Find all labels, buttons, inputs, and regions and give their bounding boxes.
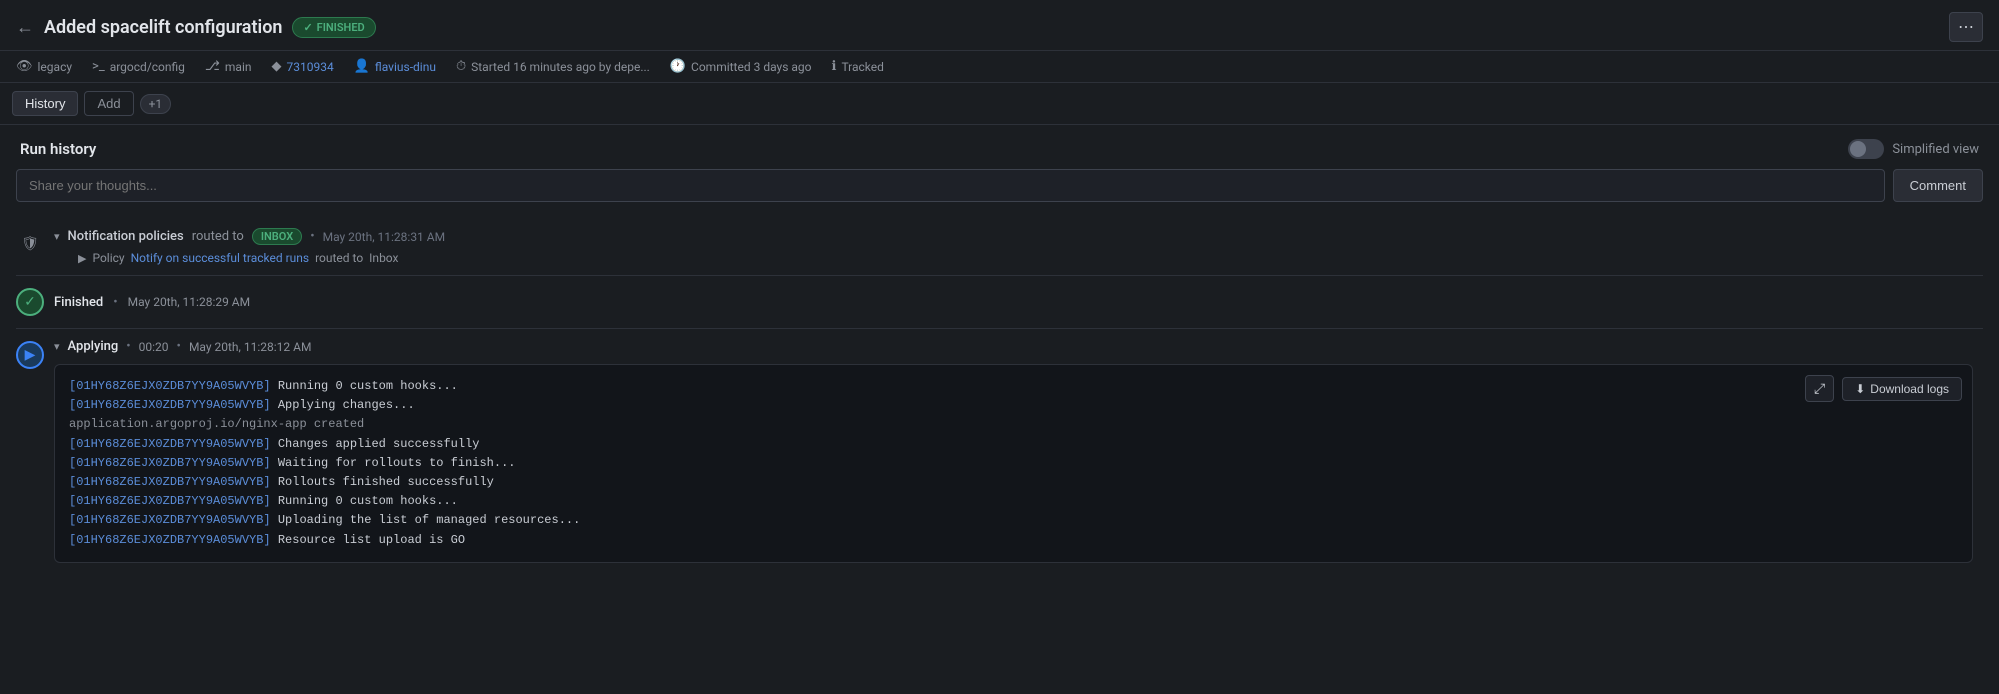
log-line: [01HY68Z6EJX0ZDB7YY9A05WVYB] Running 0 c… — [69, 377, 1958, 396]
tab-count-badge[interactable]: +1 — [140, 94, 172, 114]
timeline: 🛡 ▾ Notification policies routed to INBO… — [16, 218, 1983, 573]
applying-bullet-1: • — [126, 339, 130, 354]
finished-icon: ✓ — [16, 288, 44, 316]
meta-legacy: 👁 legacy — [16, 59, 72, 74]
applying-duration: 00:20 — [139, 340, 169, 354]
eye-icon: 👁 — [16, 59, 33, 74]
finished-bullet: • — [113, 295, 117, 310]
simplified-view-toggle[interactable]: Simplified view — [1848, 139, 1979, 159]
branch-icon: ⎇ — [205, 59, 220, 74]
notification-header: ▾ Notification policies routed to INBOX … — [54, 228, 1983, 245]
notif-bullet: • — [310, 229, 314, 244]
comment-row: Comment — [16, 169, 1983, 202]
policy-routed-text: routed to — [315, 251, 363, 265]
applying-chevron-icon[interactable]: ▾ — [54, 340, 60, 353]
log-lines: [01HY68Z6EJX0ZDB7YY9A05WVYB] Running 0 c… — [69, 377, 1958, 550]
policy-dest: Inbox — [369, 251, 398, 265]
main-content: Run history Simplified view Comment 🛡 ▾ … — [0, 125, 1999, 573]
applying-bullet-2: • — [177, 339, 181, 354]
meta-tracked-text: Tracked — [841, 60, 883, 74]
meta-started-text: Started 16 minutes ago by depe... — [471, 60, 650, 74]
policy-row: ▶ Policy Notify on successful tracked ru… — [54, 251, 1983, 265]
applying-content: ▾ Applying • 00:20 • May 20th, 11:28:12 … — [54, 339, 1983, 563]
meta-row: 👁 legacy >_ argocd/config ⎇ main ◆ 73109… — [0, 51, 1999, 83]
policy-expand-icon[interactable]: ▶ — [78, 252, 86, 265]
notification-title: Notification policies — [68, 229, 184, 244]
log-line: application.argoproj.io/nginx-app create… — [69, 415, 1958, 434]
applying-label: Applying — [68, 339, 119, 354]
meta-commit[interactable]: ◆ 7310934 — [272, 59, 334, 74]
log-line: [01HY68Z6EJX0ZDB7YY9A05WVYB] Waiting for… — [69, 454, 1958, 473]
download-logs-button[interactable]: ⬇ Download logs — [1842, 377, 1962, 401]
applying-time: May 20th, 11:28:12 AM — [189, 340, 312, 354]
download-label: Download logs — [1870, 382, 1949, 396]
status-check-icon: ✓ — [303, 21, 312, 34]
terminal-icon: >_ — [92, 59, 105, 74]
meta-started: ⏱ Started 16 minutes ago by depe... — [456, 59, 650, 74]
simplified-view-toggle-switch[interactable] — [1848, 139, 1884, 159]
notification-section: 🛡 ▾ Notification policies routed to INBO… — [16, 218, 1983, 276]
top-bar-left: ← Added spacelift configuration ✓ FINISH… — [16, 17, 376, 38]
top-bar: ← Added spacelift configuration ✓ FINISH… — [0, 0, 1999, 51]
comment-button[interactable]: Comment — [1893, 169, 1983, 202]
applying-icon: ▶ — [16, 341, 44, 369]
notification-routed-text: routed to — [192, 229, 244, 244]
run-history-title: Run history — [20, 140, 96, 158]
tab-bar: History Add +1 — [0, 83, 1999, 125]
policy-label: Policy — [92, 251, 124, 265]
meta-committed-text: Committed 3 days ago — [691, 60, 811, 74]
finished-section: ✓ Finished • May 20th, 11:28:29 AM — [16, 276, 1983, 329]
download-icon: ⬇ — [1855, 382, 1865, 396]
play-icon: ▶ — [25, 347, 36, 363]
user-icon: 👤 — [354, 59, 370, 74]
log-line: [01HY68Z6EJX0ZDB7YY9A05WVYB] Resource li… — [69, 531, 1958, 550]
expand-log-button[interactable]: ⤢ — [1805, 375, 1834, 402]
tab-add[interactable]: Add — [84, 91, 133, 116]
log-box: ⤢ ⬇ Download logs [01HY68Z6EJX0ZDB7YY9A0… — [54, 364, 1973, 563]
meta-branch: ⎇ main — [205, 59, 252, 74]
tracked-icon: ℹ — [831, 59, 836, 74]
tab-history[interactable]: History — [12, 91, 78, 116]
more-options-button[interactable]: ⋯ — [1949, 12, 1983, 42]
applying-header: ▾ Applying • 00:20 • May 20th, 11:28:12 … — [54, 339, 1983, 354]
commit-icon: ◆ — [272, 59, 282, 74]
back-icon[interactable]: ← — [16, 17, 34, 38]
meta-argocd: >_ argocd/config — [92, 59, 185, 74]
inbox-badge: INBOX — [252, 228, 302, 245]
history-icon: 🕐 — [670, 59, 686, 74]
finished-check-icon: ✓ — [24, 294, 36, 310]
log-line: [01HY68Z6EJX0ZDB7YY9A05WVYB] Uploading t… — [69, 511, 1958, 530]
meta-legacy-label: legacy — [38, 60, 73, 74]
notification-time: May 20th, 11:28:31 AM — [323, 230, 446, 244]
log-line: [01HY68Z6EJX0ZDB7YY9A05WVYB] Changes app… — [69, 435, 1958, 454]
meta-argocd-label: argocd/config — [110, 60, 185, 74]
meta-branch-label: main — [225, 60, 252, 74]
meta-username[interactable]: flavius-dinu — [375, 60, 436, 74]
notif-chevron-icon[interactable]: ▾ — [54, 230, 60, 243]
policy-link[interactable]: Notify on successful tracked runs — [131, 251, 309, 265]
run-history-header: Run history Simplified view — [16, 125, 1983, 169]
status-label: FINISHED — [317, 21, 365, 34]
log-line: [01HY68Z6EJX0ZDB7YY9A05WVYB] Running 0 c… — [69, 492, 1958, 511]
applying-section: ▶ ▾ Applying • 00:20 • May 20th, 11:28:1… — [16, 329, 1983, 573]
clock-icon: ⏱ — [456, 59, 466, 74]
finished-time: May 20th, 11:28:29 AM — [128, 295, 251, 309]
status-badge: ✓ FINISHED — [292, 17, 375, 38]
notification-content: ▾ Notification policies routed to INBOX … — [54, 228, 1983, 265]
meta-commit-hash[interactable]: 7310934 — [287, 60, 334, 74]
meta-user[interactable]: 👤 flavius-dinu — [354, 59, 436, 74]
meta-committed: 🕐 Committed 3 days ago — [670, 59, 812, 74]
page-title: Added spacelift configuration — [44, 17, 282, 38]
log-line: [01HY68Z6EJX0ZDB7YY9A05WVYB] Applying ch… — [69, 396, 1958, 415]
log-line: [01HY68Z6EJX0ZDB7YY9A05WVYB] Rollouts fi… — [69, 473, 1958, 492]
finished-label: Finished — [54, 295, 103, 310]
log-actions: ⤢ ⬇ Download logs — [1805, 375, 1962, 402]
notification-icon: 🛡 — [16, 230, 44, 258]
simplified-view-label: Simplified view — [1892, 142, 1979, 157]
meta-tracked: ℹ Tracked — [831, 59, 883, 74]
comment-input[interactable] — [16, 169, 1885, 202]
